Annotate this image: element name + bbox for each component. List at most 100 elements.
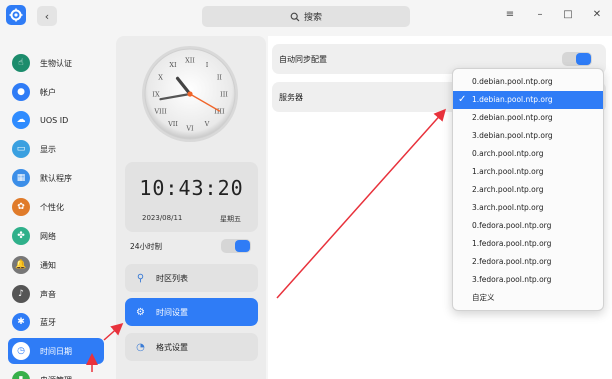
server-option[interactable]: ✓ 1.debian.pool.ntp.org bbox=[453, 91, 603, 109]
close-button[interactable]: ✕ bbox=[590, 8, 604, 22]
server-option[interactable]: 1.fedora.pool.ntp.org bbox=[453, 235, 603, 253]
server-option[interactable]: 2.fedora.pool.ntp.org bbox=[453, 253, 603, 271]
sidebar-item[interactable]: ● 帐户 bbox=[8, 79, 104, 105]
sidebar-item[interactable]: 🔔 通知 bbox=[8, 252, 104, 278]
pin-icon: ⚲ bbox=[136, 272, 145, 284]
sidebar-item-label: 网络 bbox=[40, 231, 56, 241]
sidebar-item[interactable]: ☝ 生物认证 bbox=[8, 50, 104, 76]
sidebar-item[interactable]: ◷ 时间日期 bbox=[8, 338, 104, 364]
clock-numeral: I bbox=[206, 61, 209, 69]
server-option-label: 3.arch.pool.ntp.org bbox=[472, 203, 544, 212]
sidebar-item[interactable]: ▭ 显示 bbox=[8, 136, 104, 162]
clock-numeral: X bbox=[158, 74, 163, 82]
bell-icon: 🔔 bbox=[12, 256, 30, 274]
digital-date: 2023/08/11 bbox=[142, 214, 183, 222]
server-option[interactable]: 2.arch.pool.ntp.org bbox=[453, 181, 603, 199]
check-icon: ✓ bbox=[458, 94, 467, 105]
clock-numeral: VII bbox=[167, 120, 178, 128]
server-option-label: 1.fedora.pool.ntp.org bbox=[472, 239, 552, 248]
menu-button[interactable]: ≡ bbox=[503, 8, 517, 22]
sidebar-item-label: 电源管理 bbox=[40, 375, 72, 379]
server-option[interactable]: 2.debian.pool.ntp.org bbox=[453, 109, 603, 127]
sidebar-item[interactable]: ▦ 默认程序 bbox=[8, 165, 104, 191]
fingerprint-icon: ☝ bbox=[12, 54, 30, 72]
server-option-label: 1.debian.pool.ntp.org bbox=[472, 95, 553, 104]
default-apps-icon: ▦ bbox=[12, 169, 30, 187]
server-option[interactable]: 0.fedora.pool.ntp.org bbox=[453, 217, 603, 235]
search-icon bbox=[290, 12, 300, 21]
sidebar-item-label: 默认程序 bbox=[40, 173, 72, 183]
time-menu-item[interactable]: ◔ 格式设置 bbox=[125, 333, 258, 361]
clock-numeral: II bbox=[217, 74, 223, 82]
title-bar: ‹ 搜索 ≡ – □ ✕ bbox=[0, 0, 612, 32]
palette-icon: ✿ bbox=[12, 198, 30, 216]
server-option[interactable]: 3.debian.pool.ntp.org bbox=[453, 127, 603, 145]
battery-icon: ▮ bbox=[12, 371, 30, 379]
sidebar-item[interactable]: ✤ 网络 bbox=[8, 223, 104, 249]
network-icon: ✤ bbox=[12, 227, 30, 245]
control-center-app-icon bbox=[6, 5, 26, 25]
sidebar-item[interactable]: ♪ 声音 bbox=[8, 281, 104, 307]
back-button[interactable]: ‹ bbox=[37, 6, 57, 26]
speaker-icon: ♪ bbox=[12, 285, 30, 303]
clock-numeral: VI bbox=[185, 125, 194, 133]
24-hour-label: 24小时制 bbox=[130, 241, 163, 251]
sidebar-item[interactable]: ✿ 个性化 bbox=[8, 194, 104, 220]
sidebar-item[interactable]: ☁ UOS ID bbox=[8, 107, 104, 133]
server-option[interactable]: 3.fedora.pool.ntp.org bbox=[453, 271, 603, 289]
server-option[interactable]: 1.arch.pool.ntp.org bbox=[453, 163, 603, 181]
clock-numeral: XI bbox=[169, 61, 177, 69]
digital-weekday: 星期五 bbox=[220, 215, 241, 223]
sidebar-item-label: 帐户 bbox=[40, 87, 56, 97]
24-hour-toggle[interactable] bbox=[221, 239, 251, 253]
sidebar-item[interactable]: ▮ 电源管理 bbox=[8, 367, 104, 379]
search-placeholder: 搜索 bbox=[303, 13, 322, 23]
server-option-label: 3.fedora.pool.ntp.org bbox=[472, 275, 552, 284]
time-menu-label: 格式设置 bbox=[156, 342, 188, 352]
sidebar-item-label: 生物认证 bbox=[40, 58, 72, 68]
clock-numeral: IX bbox=[152, 91, 160, 99]
time-menu-item[interactable]: ⚲ 时区列表 bbox=[125, 264, 258, 292]
clock-icon: ◷ bbox=[12, 342, 30, 360]
digital-time: 10:43:20 bbox=[139, 176, 244, 200]
server-option-label: 2.arch.pool.ntp.org bbox=[472, 185, 544, 194]
server-option-label: 3.debian.pool.ntp.org bbox=[472, 131, 553, 140]
bluetooth-icon: ✱ bbox=[12, 313, 30, 331]
digital-clock-card: 10:43:20 2023/08/11 星期五 bbox=[125, 162, 258, 232]
server-option-label: 0.arch.pool.ntp.org bbox=[472, 149, 544, 158]
sidebar-item-label: 时间日期 bbox=[40, 346, 72, 356]
auto-sync-toggle[interactable] bbox=[562, 52, 592, 66]
sidebar-item-label: 声音 bbox=[40, 289, 56, 299]
server-option[interactable]: 0.debian.pool.ntp.org bbox=[453, 73, 603, 91]
analog-clock: XIIIIIIIIIIIIVVIVIIVIIIIXXXI bbox=[142, 46, 238, 142]
server-option[interactable]: 0.arch.pool.ntp.org bbox=[453, 145, 603, 163]
time-menu-label: 时区列表 bbox=[156, 273, 188, 283]
clock-numeral: III bbox=[220, 91, 228, 99]
server-label: 服务器 bbox=[279, 92, 303, 102]
toggle-knob bbox=[576, 53, 591, 65]
24-hour-row: 24小时制 bbox=[125, 236, 258, 256]
sidebar-item-label: UOS ID bbox=[40, 115, 69, 125]
server-option-label: 2.fedora.pool.ntp.org bbox=[472, 257, 552, 266]
chevron-left-icon: ‹ bbox=[44, 9, 50, 23]
format-icon: ◔ bbox=[136, 341, 145, 353]
search-input[interactable]: 搜索 bbox=[202, 6, 410, 27]
sidebar-item-label: 显示 bbox=[40, 144, 56, 154]
cloud-icon: ☁ bbox=[12, 111, 30, 129]
server-option-label: 1.arch.pool.ntp.org bbox=[472, 167, 544, 176]
server-option[interactable]: 自定义 bbox=[453, 289, 603, 307]
minimize-button[interactable]: – bbox=[533, 8, 547, 22]
sidebar-item[interactable]: ✱ 蓝牙 bbox=[8, 309, 104, 335]
server-option-label: 0.debian.pool.ntp.org bbox=[472, 77, 553, 86]
maximize-button[interactable]: □ bbox=[561, 8, 575, 22]
server-option[interactable]: 3.arch.pool.ntp.org bbox=[453, 199, 603, 217]
sidebar-item-label: 通知 bbox=[40, 260, 56, 270]
server-option-label: 0.fedora.pool.ntp.org bbox=[472, 221, 552, 230]
sidebar-item-label: 个性化 bbox=[40, 202, 64, 212]
monitor-icon: ▭ bbox=[12, 140, 30, 158]
user-icon: ● bbox=[12, 83, 30, 101]
server-option-label: 自定义 bbox=[472, 293, 495, 302]
auto-sync-label: 自动同步配置 bbox=[279, 54, 327, 64]
server-option-label: 2.debian.pool.ntp.org bbox=[472, 113, 553, 122]
time-menu-item[interactable]: ⚙ 时间设置 bbox=[125, 298, 258, 326]
